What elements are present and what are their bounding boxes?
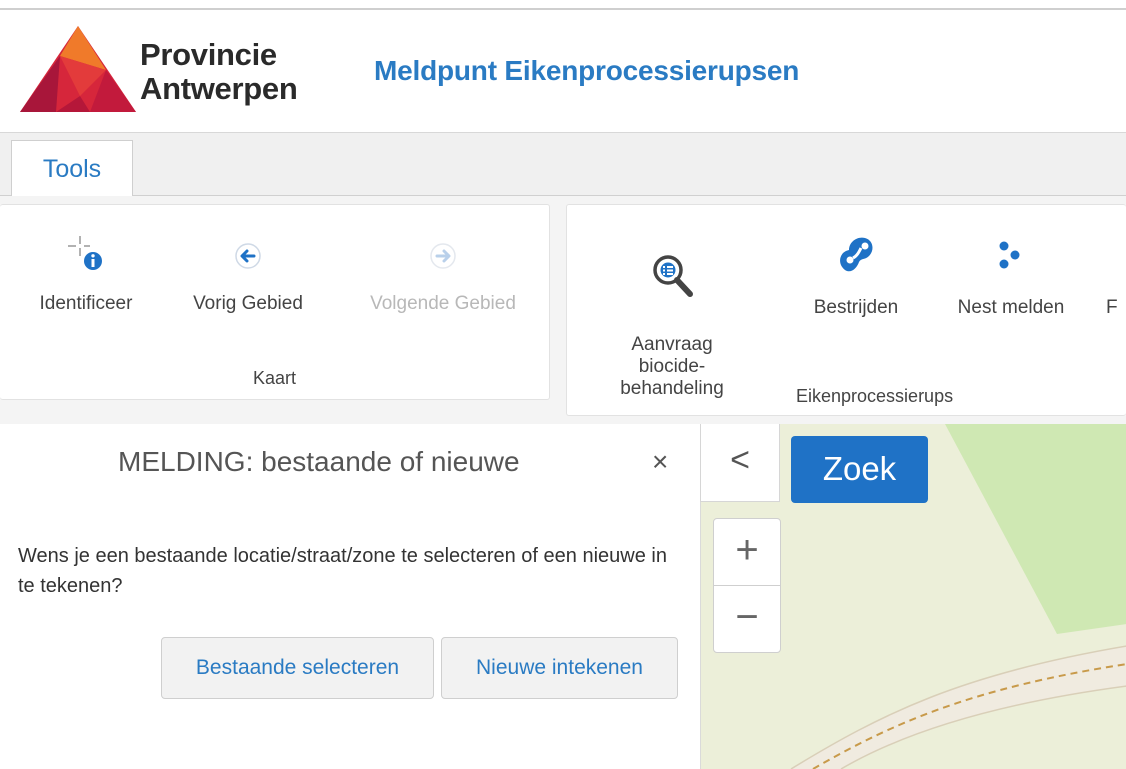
next-extent-button[interactable]: Volgende Gebied <box>350 232 536 316</box>
cut-off-tool-label: F <box>1106 297 1118 318</box>
group-label-kaart: Kaart <box>253 368 297 388</box>
dots-icon <box>999 241 1020 269</box>
previous-extent-label: Vorig Gebied <box>193 293 303 314</box>
province-logo-icon <box>20 26 136 112</box>
nest-report-button[interactable]: Nest melden <box>940 226 1082 320</box>
nest-report-label: Nest melden <box>957 297 1065 318</box>
arrow-left-circle-icon <box>235 243 261 269</box>
search-button[interactable]: Zoek <box>791 436 928 503</box>
cut-off-tool-button[interactable]: F <box>1106 296 1126 320</box>
bestrijden-label: Bestrijden <box>813 297 899 318</box>
zoom-out-button[interactable]: − <box>714 586 780 653</box>
identify-button[interactable]: Identificeer <box>24 232 148 316</box>
select-existing-button[interactable]: Bestaande selecteren <box>161 637 434 699</box>
zoom-control: + − <box>713 518 781 653</box>
next-extent-label: Volgende Gebied <box>370 293 516 314</box>
panel-title: MELDING: bestaande of nieuwe <box>118 446 520 477</box>
tab-tools[interactable]: Tools <box>11 140 133 197</box>
ribbon-tab-bar <box>0 132 1126 196</box>
search-list-icon <box>653 255 693 297</box>
zoom-in-button[interactable]: + <box>714 519 780 586</box>
collapse-panel-button[interactable]: < <box>700 424 780 502</box>
app-title: Meldpunt Eikenprocessierupsen <box>374 55 800 86</box>
province-logo-text: Provincie Antwerpen <box>140 37 298 106</box>
previous-extent-button[interactable]: Vorig Gebied <box>174 232 322 316</box>
bestrijden-button[interactable]: Bestrijden <box>792 226 920 320</box>
biocide-request-label: Aanvraag biocide- behandeling <box>620 334 724 399</box>
close-icon[interactable]: × <box>652 446 668 478</box>
panel-message: Wens je een bestaande locatie/straat/zon… <box>18 545 667 597</box>
biocide-request-button[interactable]: Aanvraag biocide- behandeling <box>592 226 752 422</box>
arrow-right-circle-icon <box>430 243 456 269</box>
caterpillar-icon <box>840 237 873 272</box>
group-label-eikenprocessierups: Eikenprocessierups <box>796 386 954 406</box>
identify-icon <box>68 236 102 270</box>
identify-label: Identificeer <box>39 293 133 314</box>
draw-new-button[interactable]: Nieuwe intekenen <box>441 637 678 699</box>
